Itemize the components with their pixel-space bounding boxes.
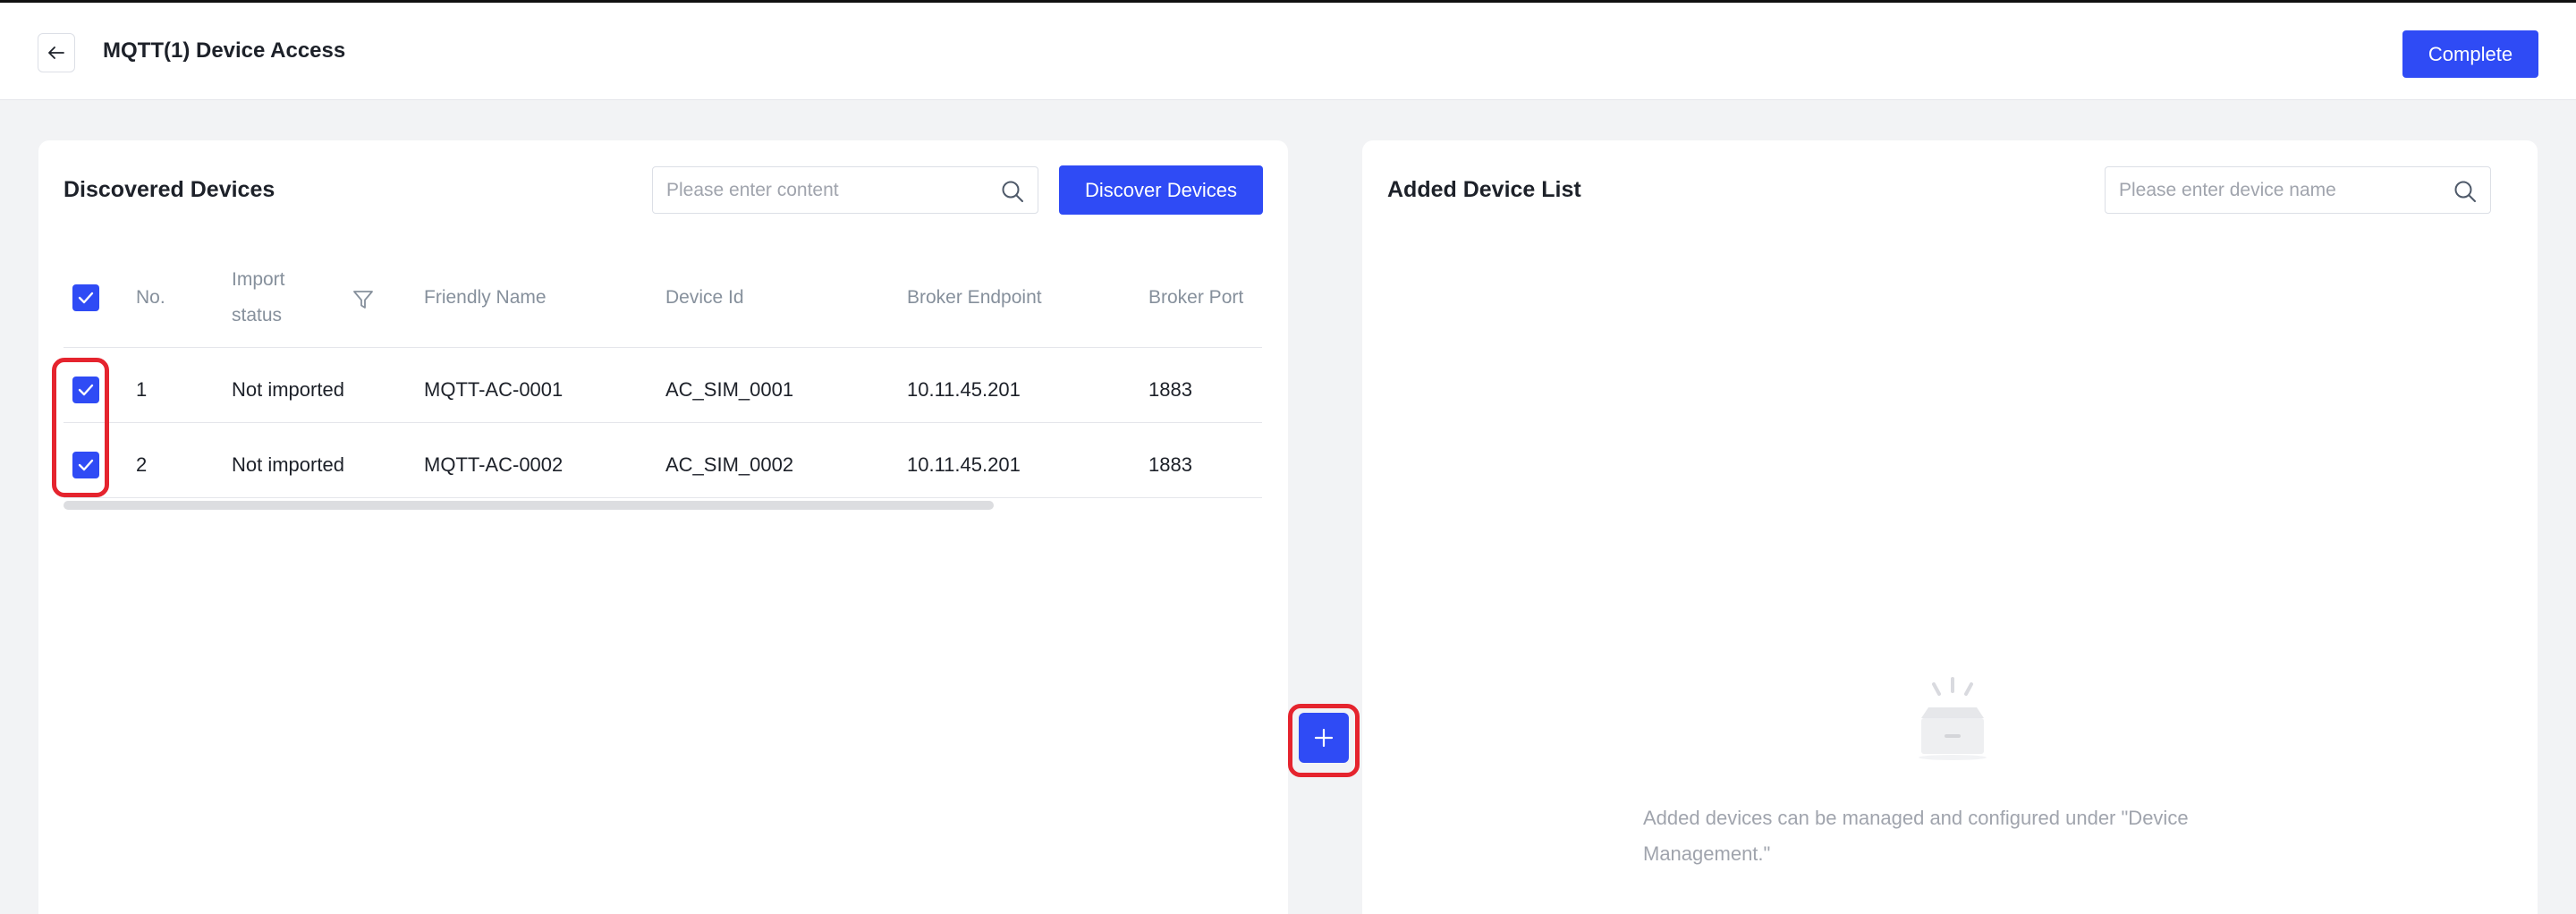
discover-devices-button[interactable]: Discover Devices: [1059, 165, 1263, 215]
filter-icon[interactable]: [352, 289, 374, 310]
cell-import-status: Not imported: [232, 453, 344, 476]
arrow-left-icon: [48, 47, 64, 59]
header-divider: [64, 347, 1262, 348]
row-divider: [64, 497, 1262, 498]
checkbox-highlight-box: [52, 358, 109, 497]
empty-state-line2: Management.": [1643, 842, 1771, 865]
search-icon[interactable]: [1000, 179, 1025, 204]
discovered-devices-title: Discovered Devices: [64, 177, 275, 202]
horizontal-scrollbar[interactable]: [64, 501, 994, 510]
add-button-highlight-box: [1288, 704, 1360, 777]
column-header-import-status-line2: status: [232, 305, 283, 326]
complete-button[interactable]: Complete: [2402, 30, 2538, 78]
discovered-search-box[interactable]: [652, 166, 1038, 214]
added-device-list-panel: Added Device List Added devices can be m…: [1362, 140, 2538, 914]
cell-broker-port: 1883: [1148, 453, 1192, 476]
empty-state-line1: Added devices can be managed and configu…: [1643, 807, 2189, 829]
discovered-devices-panel: Discovered Devices Discover Devices No. …: [38, 140, 1288, 914]
discovered-search-input[interactable]: [653, 167, 1038, 213]
cell-friendly-name: MQTT-AC-0001: [424, 378, 564, 401]
cell-broker-endpoint: 10.11.45.201: [907, 378, 1021, 401]
column-header-device-id: Device Id: [665, 287, 744, 308]
row-divider: [64, 422, 1262, 423]
column-header-no: No.: [136, 287, 165, 308]
cell-no: 1: [136, 378, 148, 401]
column-header-friendly-name: Friendly Name: [424, 287, 547, 308]
top-bar: MQTT(1) Device Access Complete: [0, 0, 2576, 100]
column-header-broker-endpoint: Broker Endpoint: [907, 287, 1042, 308]
added-search-box[interactable]: [2105, 166, 2491, 214]
added-device-list-title: Added Device List: [1387, 177, 1581, 202]
discovered-devices-table: No. Import status Friendly Name Device I…: [64, 251, 1262, 498]
cell-device-id: AC_SIM_0001: [665, 378, 794, 401]
cell-broker-port: 1883: [1148, 378, 1192, 401]
added-search-input[interactable]: [2106, 167, 2490, 213]
column-header-import-status-line1: Import: [232, 269, 285, 290]
cell-no: 2: [136, 453, 148, 476]
cell-import-status: Not imported: [232, 378, 344, 401]
cell-device-id: AC_SIM_0002: [665, 453, 794, 476]
empty-state-text: Added devices can be managed and configu…: [1643, 800, 2269, 872]
cell-broker-endpoint: 10.11.45.201: [907, 453, 1021, 476]
cell-friendly-name: MQTT-AC-0002: [424, 453, 564, 476]
back-button[interactable]: [38, 33, 75, 72]
empty-box-icon: [1919, 677, 1987, 760]
page-title: MQTT(1) Device Access: [103, 38, 346, 63]
column-header-broker-port: Broker Port: [1148, 287, 1244, 308]
check-icon: [78, 292, 94, 304]
search-icon[interactable]: [2453, 179, 2478, 204]
select-all-checkbox[interactable]: [72, 284, 99, 311]
